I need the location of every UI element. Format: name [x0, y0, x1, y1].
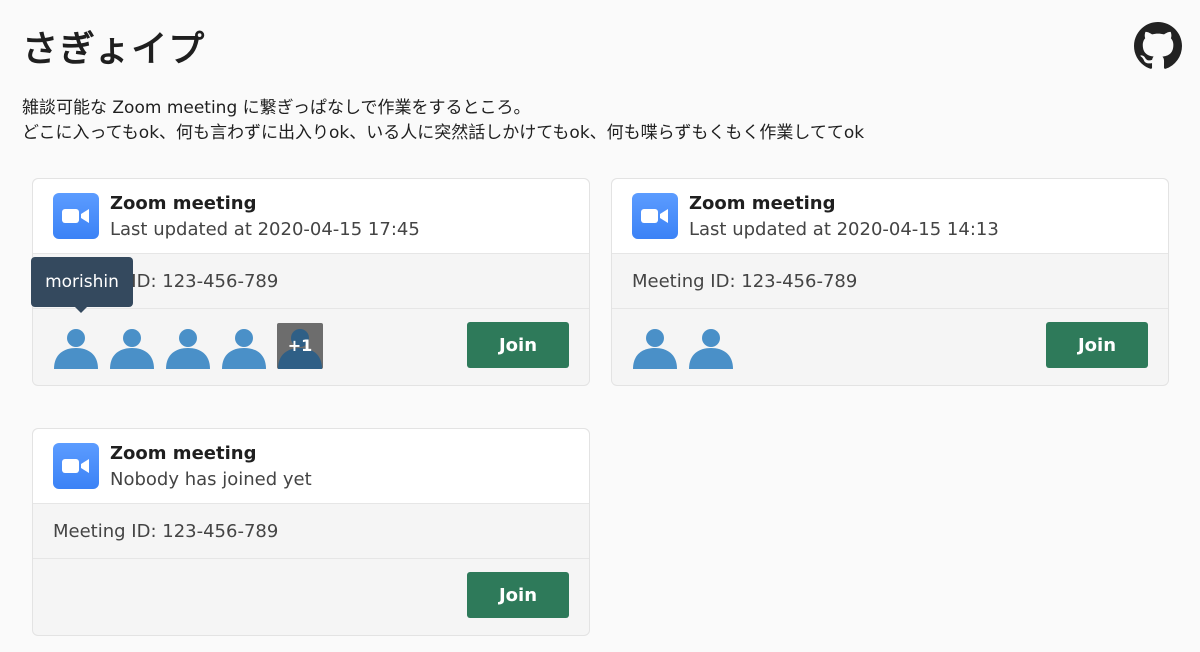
last-updated: Last updated at 2020-04-15 14:13 — [689, 219, 999, 240]
github-link[interactable] — [1134, 22, 1182, 70]
zoom-video-icon — [53, 443, 99, 489]
person-icon — [166, 329, 210, 369]
description-line-1: 雑談可能な Zoom meeting に繋ぎっぱなしで作業をするところ。 — [22, 98, 531, 118]
join-button[interactable]: Join — [467, 572, 569, 618]
page-title: さぎょイプ — [22, 29, 206, 70]
description-line-2: どこに入ってもok、何も言わずに出入りok、いる人に突然話しかけてもok、何も喋… — [22, 123, 865, 143]
join-status: Nobody has joined yet — [110, 469, 312, 490]
card-body: Meeting ID: 123-456-789 — [33, 504, 589, 559]
card-header: Zoom meeting Nobody has joined yet — [33, 429, 589, 504]
meeting-card: Zoom meeting Nobody has joined yet Meeti… — [32, 428, 590, 636]
meeting-card: Zoom meeting Last updated at 2020-04-15 … — [611, 178, 1169, 386]
card-title: Zoom meeting — [110, 443, 257, 464]
zoom-video-icon — [53, 193, 99, 239]
person-icon — [222, 329, 266, 369]
participant-avatar[interactable] — [53, 323, 99, 369]
participant-tooltip: morishin — [31, 257, 133, 313]
join-button[interactable]: Join — [467, 322, 569, 368]
card-header: Zoom meeting Last updated at 2020-04-15 … — [33, 179, 589, 254]
person-icon — [110, 329, 154, 369]
zoom-video-icon — [632, 193, 678, 239]
participant-avatar[interactable] — [109, 323, 155, 369]
meeting-card: Zoom meeting Last updated at 2020-04-15 … — [31, 178, 590, 386]
card-footer: Join — [33, 559, 589, 635]
join-button[interactable]: Join — [1046, 322, 1148, 368]
more-count: +1 — [287, 336, 313, 355]
participant-avatar[interactable] — [165, 323, 211, 369]
site-description: 雑談可能な Zoom meeting に繋ぎっぱなしで作業をするところ。 どこに… — [22, 96, 864, 146]
person-icon — [633, 329, 677, 369]
participant-avatar[interactable] — [221, 323, 267, 369]
more-participants-badge[interactable]: +1 — [277, 323, 323, 369]
card-footer: +1 Join — [33, 309, 589, 385]
card-header: Zoom meeting Last updated at 2020-04-15 … — [612, 179, 1168, 254]
card-footer: Join — [612, 309, 1168, 385]
person-icon — [54, 329, 98, 369]
last-updated: Last updated at 2020-04-15 17:45 — [110, 219, 420, 240]
meeting-id: Meeting ID: 123-456-789 — [53, 521, 279, 542]
person-icon — [689, 329, 733, 369]
meeting-id: Meeting ID: 123-456-789 — [632, 271, 858, 292]
github-icon — [1134, 22, 1182, 69]
participant-avatar[interactable] — [632, 323, 678, 369]
card-title: Zoom meeting — [689, 193, 836, 214]
participant-avatar[interactable] — [688, 323, 734, 369]
card-title: Zoom meeting — [110, 193, 257, 214]
card-body: Meeting ID: 123-456-789 — [612, 254, 1168, 309]
